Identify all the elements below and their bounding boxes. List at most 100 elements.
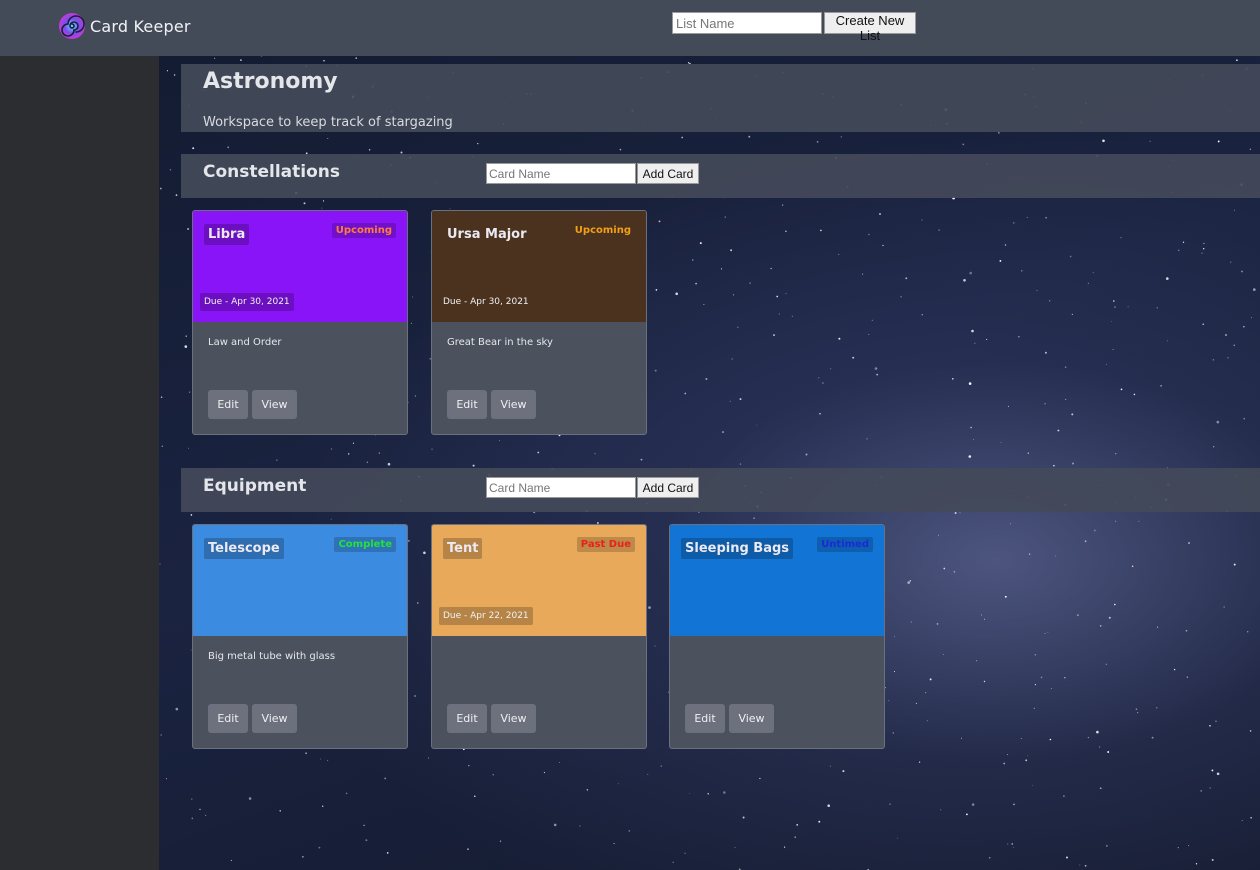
list-name-input[interactable] [672, 12, 822, 34]
star [1107, 751, 1110, 753]
star [974, 342, 976, 344]
edit-button[interactable]: Edit [447, 390, 487, 419]
star [773, 334, 775, 337]
star [675, 292, 678, 296]
card-title[interactable]: Libra [204, 224, 250, 245]
star [1250, 816, 1252, 819]
star [160, 396, 163, 398]
star [699, 242, 702, 245]
star [408, 540, 410, 542]
list-title: Equipment [203, 476, 307, 496]
star [1216, 772, 1220, 776]
star [1156, 707, 1158, 709]
star [1020, 737, 1022, 740]
star [410, 322, 412, 324]
edit-button[interactable]: Edit [685, 704, 725, 733]
star [414, 395, 417, 397]
star [1112, 348, 1114, 350]
add-card-button[interactable]: Add Card [637, 477, 699, 498]
star [734, 847, 736, 848]
star [1243, 326, 1245, 328]
star [876, 373, 879, 376]
star [187, 228, 190, 230]
star [352, 442, 355, 444]
card-ursa-major[interactable]: Ursa Major Upcoming Due - Apr 30, 2021 G… [431, 210, 647, 435]
card-title[interactable]: Ursa Major [443, 224, 531, 245]
edit-button[interactable]: Edit [447, 704, 487, 733]
star [378, 452, 380, 454]
card-tent[interactable]: Tent Past Due Due - Apr 22, 2021 Edit Vi… [431, 524, 647, 749]
star [1236, 59, 1238, 61]
star [822, 382, 824, 384]
star [647, 773, 649, 775]
brand[interactable]: Card Keeper [58, 12, 191, 40]
add-card-button[interactable]: Add Card [637, 163, 699, 184]
star [888, 700, 890, 702]
card-telescope[interactable]: Telescope Complete Big metal tube with g… [192, 524, 408, 749]
star [942, 653, 944, 656]
star [492, 773, 495, 776]
create-new-list-button[interactable]: Create New List [824, 12, 916, 43]
star [302, 856, 304, 858]
star [431, 448, 433, 450]
card-name-input[interactable] [486, 477, 636, 498]
star [778, 313, 780, 315]
card-sleeping-bags[interactable]: Sleeping Bags Untimed Edit View [669, 524, 885, 749]
view-button[interactable]: View [252, 704, 297, 733]
star [579, 825, 581, 827]
star [1215, 720, 1217, 722]
star [1049, 738, 1052, 741]
star [1135, 708, 1138, 710]
star [1034, 684, 1036, 686]
card-title[interactable]: Sleeping Bags [681, 538, 794, 559]
edit-button[interactable]: Edit [208, 390, 248, 419]
star [1182, 241, 1185, 243]
star [874, 367, 878, 370]
star [188, 391, 191, 393]
card-title[interactable]: Telescope [204, 538, 284, 559]
view-button[interactable]: View [252, 390, 297, 419]
star [871, 319, 873, 322]
star [963, 279, 966, 282]
star [543, 772, 545, 774]
card-title[interactable]: Tent [443, 538, 483, 559]
star [1209, 724, 1211, 727]
star [784, 846, 786, 848]
star [386, 852, 389, 854]
star [1071, 413, 1074, 416]
card-name-input[interactable] [486, 163, 636, 184]
star [953, 570, 956, 573]
star [1093, 529, 1096, 532]
star [1216, 420, 1220, 424]
due-date-badge: Due - Apr 30, 2021 [200, 293, 294, 311]
star [1149, 140, 1151, 142]
star [827, 804, 830, 807]
view-button[interactable]: View [491, 704, 536, 733]
star [1177, 846, 1179, 849]
star [159, 187, 162, 190]
star [862, 273, 864, 275]
star [276, 459, 278, 461]
edit-button[interactable]: Edit [208, 704, 248, 733]
star [998, 132, 1000, 134]
due-date-badge: Due - Apr 30, 2021 [443, 297, 529, 307]
status-badge: Upcoming [574, 225, 631, 236]
star [169, 169, 172, 171]
brand-name: Card Keeper [90, 16, 191, 36]
star [1114, 452, 1117, 455]
star [729, 400, 731, 402]
star [230, 859, 232, 861]
star [322, 805, 324, 807]
star [818, 820, 821, 823]
view-button[interactable]: View [491, 390, 536, 419]
star [868, 233, 870, 236]
star [749, 282, 751, 284]
star [1003, 762, 1006, 765]
star [423, 551, 426, 555]
view-button[interactable]: View [729, 704, 774, 733]
star [1031, 785, 1033, 787]
star [190, 514, 193, 516]
star [1137, 712, 1139, 714]
star [938, 229, 940, 231]
card-libra[interactable]: Libra Upcoming Due - Apr 30, 2021 Law an… [192, 210, 408, 435]
